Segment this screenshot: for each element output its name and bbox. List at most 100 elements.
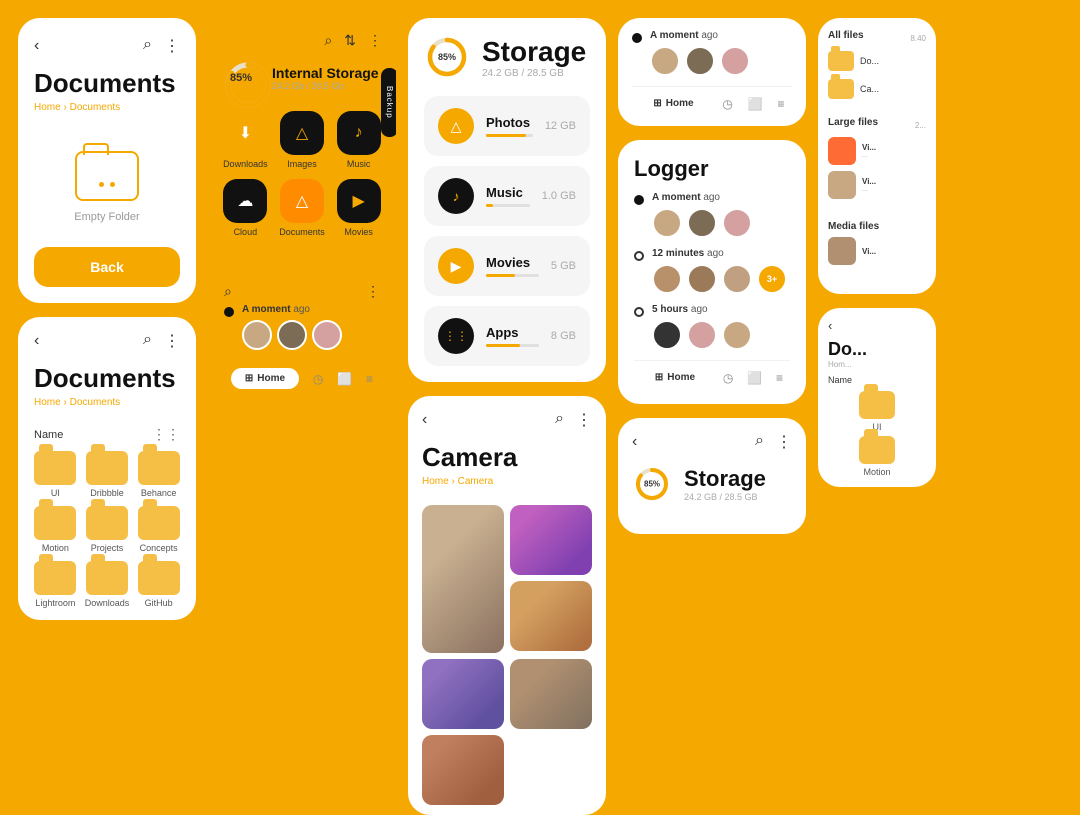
- cam-bc-home[interactable]: Home: [422, 476, 449, 487]
- search-icon-2[interactable]: ⌕: [143, 331, 152, 351]
- filter-icon-widget[interactable]: ⇅: [344, 32, 356, 49]
- page-title: Documents: [34, 68, 180, 99]
- gb-total: 28.5 GB: [527, 68, 564, 79]
- photo-1[interactable]: [422, 505, 504, 653]
- camera-back[interactable]: ‹: [422, 411, 427, 429]
- photo-6[interactable]: [422, 735, 504, 805]
- movies-bar-fill: [486, 274, 515, 277]
- folder-item-behance[interactable]: Behance: [137, 451, 180, 498]
- lw-av-1: [652, 208, 682, 238]
- sm-back[interactable]: ‹: [632, 433, 637, 451]
- lw-time-3: 5 hours ago: [652, 304, 752, 315]
- back-button[interactable]: Back: [34, 247, 180, 287]
- app-label-images: Images: [287, 159, 317, 169]
- grid-icon[interactable]: ⋮⋮: [152, 426, 180, 443]
- lw-av-2: [687, 208, 717, 238]
- storage-apps[interactable]: ⋮⋮ Apps 8 GB: [424, 306, 590, 366]
- name-sort-label[interactable]: Name: [34, 429, 63, 441]
- folder-icon-nav[interactable]: ⬜: [337, 372, 352, 386]
- mini-name-label: Name: [828, 375, 926, 385]
- sm-search[interactable]: ⌕: [755, 432, 764, 452]
- folder-item-dribbble[interactable]: Dribbble: [85, 451, 130, 498]
- name-sort-row: Name ⋮⋮: [34, 426, 180, 443]
- breadcrumb-home[interactable]: Home: [34, 102, 61, 113]
- camera-search[interactable]: ⌕: [555, 410, 564, 430]
- clock-icon[interactable]: ◷: [313, 372, 323, 386]
- menu-icon-nav[interactable]: ≡: [366, 372, 373, 386]
- photo-2[interactable]: [510, 505, 592, 575]
- back-icon[interactable]: ‹: [34, 37, 39, 55]
- bc-home-2[interactable]: Home: [34, 397, 61, 408]
- mini-doc-card: ‹ Do... Hom... Name UI Motion: [818, 308, 936, 487]
- more-icon-2[interactable]: ⋮: [164, 331, 180, 351]
- app-downloads[interactable]: ⬇ Downloads: [222, 111, 269, 169]
- lf-item-2[interactable]: Vi... ...: [828, 168, 926, 202]
- cam-bc-cur: Camera: [458, 476, 494, 487]
- app-music[interactable]: ♪ Music: [335, 111, 382, 169]
- storage-music[interactable]: ♪ Music 1.0 GB: [424, 166, 590, 226]
- large-files-size: 2...: [915, 121, 926, 130]
- media-files-title: Media files: [828, 221, 879, 232]
- camera-more[interactable]: ⋮: [576, 410, 592, 430]
- mini-folder-motion[interactable]: Motion: [828, 436, 926, 477]
- photo-4[interactable]: [422, 659, 504, 729]
- logger-more[interactable]: ⋮: [366, 283, 380, 300]
- app-cloud[interactable]: ☁ Cloud: [222, 179, 269, 237]
- lw-av-d1: [652, 320, 682, 350]
- app-label-downloads: Downloads: [223, 159, 268, 169]
- moment-home-pill[interactable]: ⊞ Home: [639, 93, 707, 114]
- folder-item-lightroom[interactable]: Lightroom: [34, 561, 77, 608]
- app-movies[interactable]: ▶ Movies: [335, 179, 382, 237]
- lw-clock[interactable]: ◷: [723, 371, 733, 385]
- folder-item-downloads[interactable]: Downloads: [85, 561, 130, 608]
- folder-label-behance: Behance: [141, 488, 177, 498]
- photos-icon: △: [438, 108, 474, 144]
- lw-dot-2: [634, 251, 644, 261]
- lw-folder[interactable]: ⬜: [747, 371, 762, 385]
- music-size: 1.0 GB: [542, 190, 576, 202]
- movies-icon: ▶: [337, 179, 381, 223]
- photo-3[interactable]: [510, 581, 592, 651]
- more-icon[interactable]: ⋮: [164, 36, 180, 56]
- sm-more[interactable]: ⋮: [776, 432, 792, 452]
- file-ca[interactable]: Ca...: [828, 75, 926, 103]
- lf-name-2: Vi...: [862, 177, 926, 186]
- app-images[interactable]: △ Images: [279, 111, 326, 169]
- file-name-ca: Ca...: [860, 84, 879, 94]
- folder-item-projects[interactable]: Projects: [85, 506, 130, 553]
- storage-sub: 24.2 Gb / 28.5 Gb: [272, 81, 379, 91]
- folder-item-motion[interactable]: Motion: [34, 506, 77, 553]
- media-item-1[interactable]: Vi...: [828, 234, 926, 268]
- storage-photos[interactable]: △ Photos 12 GB: [424, 96, 590, 156]
- lw-av-d3: [722, 320, 752, 350]
- breadcrumb-sep: ›: [63, 102, 66, 113]
- folder-item-ui[interactable]: UI: [34, 451, 77, 498]
- mini-folder-ui[interactable]: UI: [828, 391, 926, 432]
- folder-label-ui: UI: [51, 488, 60, 498]
- mini-back[interactable]: ‹: [828, 318, 832, 333]
- menu-icon-2[interactable]: ≡: [778, 97, 785, 111]
- lw-content-1: A moment ago: [652, 192, 752, 238]
- folder-item-github[interactable]: GitHub: [137, 561, 180, 608]
- photo-5[interactable]: [510, 659, 592, 729]
- app-documents[interactable]: △ Documents: [279, 179, 326, 237]
- photo-grid: [422, 505, 592, 805]
- home-nav-pill[interactable]: ⊞ Home: [231, 368, 299, 389]
- storage-info: Internal Storage 24.2 Gb / 28.5 Gb: [272, 65, 379, 91]
- folder-icon-concepts: [138, 506, 180, 540]
- search-icon[interactable]: ⌕: [143, 36, 152, 56]
- lf-item-1[interactable]: Vi... ...: [828, 134, 926, 168]
- lw-menu[interactable]: ≡: [776, 371, 783, 385]
- clock-icon-2[interactable]: ◷: [722, 97, 732, 111]
- folder-icon-2[interactable]: ⬜: [748, 97, 763, 111]
- more-icon-widget[interactable]: ⋮: [368, 32, 382, 49]
- lw-home-pill[interactable]: ⊞ Home: [641, 367, 709, 388]
- backup-pill[interactable]: Backup: [381, 68, 396, 137]
- search-icon-widget[interactable]: ⌕: [324, 32, 332, 49]
- col-documents: ‹ ⌕ ⋮ Documents Home › Documents: [12, 18, 202, 620]
- folder-item-concepts[interactable]: Concepts: [137, 506, 180, 553]
- file-do[interactable]: Do...: [828, 47, 926, 75]
- back-icon-2[interactable]: ‹: [34, 332, 39, 350]
- storage-movies[interactable]: ▶ Movies 5 GB: [424, 236, 590, 296]
- logger-back-icon[interactable]: ⌕: [224, 283, 232, 300]
